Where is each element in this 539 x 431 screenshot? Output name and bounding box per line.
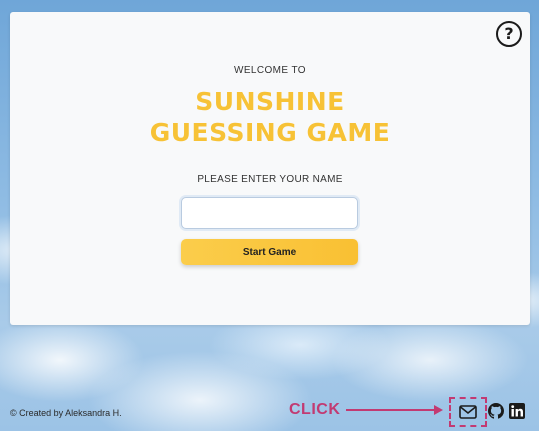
linkedin-button[interactable] bbox=[509, 403, 525, 419]
game-title: SUNSHINE GUESSING GAME bbox=[10, 86, 530, 148]
arrow-right-icon bbox=[346, 405, 443, 415]
question-circle-icon: ? bbox=[504, 24, 514, 43]
linkedin-icon bbox=[509, 403, 525, 419]
game-title-line-1: SUNSHINE bbox=[195, 87, 345, 116]
game-title-line-2: GUESSING GAME bbox=[149, 118, 391, 147]
name-label: PLEASE ENTER YOUR NAME bbox=[197, 174, 343, 185]
credit-text: © Created by Aleksandra H. bbox=[10, 408, 122, 418]
name-input[interactable] bbox=[181, 197, 358, 229]
github-icon bbox=[488, 403, 504, 419]
welcome-card: ? WELCOME TO SUNSHINE GUESSING GAME PLEA… bbox=[10, 12, 530, 325]
welcome-text: WELCOME TO bbox=[234, 65, 306, 76]
mail-icon bbox=[459, 405, 477, 419]
github-button[interactable] bbox=[488, 403, 504, 419]
click-annotation: CLICK bbox=[289, 401, 341, 418]
start-game-button[interactable]: Start Game bbox=[181, 239, 358, 265]
mail-button[interactable] bbox=[449, 397, 487, 427]
help-button[interactable]: ? bbox=[496, 21, 522, 47]
